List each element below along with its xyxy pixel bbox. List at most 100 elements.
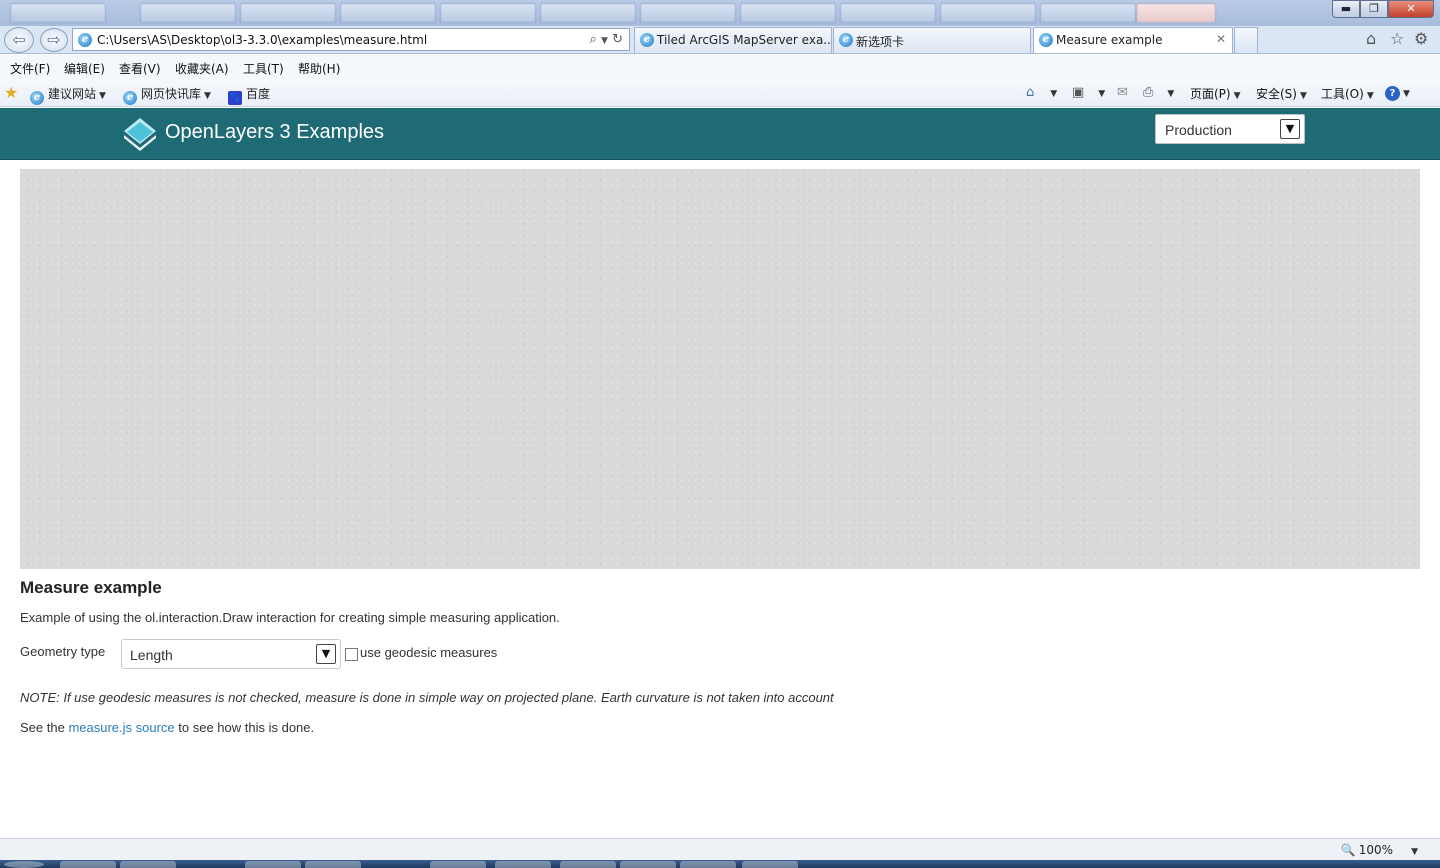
- taskbar-item[interactable]: [430, 861, 486, 868]
- menu-file[interactable]: 文件(F): [10, 60, 50, 77]
- chevron-down-icon[interactable]: ▼: [99, 91, 106, 101]
- taskbar-item[interactable]: [680, 861, 736, 868]
- geometry-type-select[interactable]: Length ▼: [121, 639, 341, 669]
- back-arrow-icon[interactable]: ⇦: [4, 27, 34, 53]
- chevron-down-icon[interactable]: ▼: [316, 644, 336, 664]
- page-menu-label: 页面(P): [1190, 87, 1231, 101]
- help-icon[interactable]: ? ▼: [1385, 85, 1410, 101]
- background-window-tab[interactable]: [10, 3, 106, 23]
- ie-page-icon: e: [640, 33, 654, 47]
- geometry-type-label: Geometry type: [20, 644, 106, 659]
- taskbar-item[interactable]: [495, 861, 551, 868]
- tab-tiled-arcgis[interactable]: e Tiled ArcGIS MapServer exa...: [634, 27, 832, 53]
- home-icon[interactable]: ⌂ ▼: [1026, 85, 1057, 100]
- search-icon[interactable]: ⌕: [590, 32, 597, 47]
- star-icon[interactable]: ☆: [1390, 29, 1404, 48]
- start-button[interactable]: [4, 861, 44, 868]
- window-title-strip: ▬ ❐ ✕: [0, 0, 1440, 26]
- mail-icon[interactable]: ✉: [1117, 85, 1130, 100]
- taskbar-item[interactable]: [742, 861, 798, 868]
- background-window-tab[interactable]: [140, 3, 236, 23]
- page-menu[interactable]: 页面(P) ▼: [1190, 85, 1241, 102]
- tab-new[interactable]: e 新选项卡: [833, 27, 1031, 53]
- gear-icon[interactable]: ⚙: [1414, 29, 1428, 48]
- site-title[interactable]: OpenLayers 3 Examples: [165, 121, 384, 144]
- forward-arrow-icon[interactable]: ⇨: [40, 28, 68, 52]
- printer-icon[interactable]: ⎙ ▼: [1143, 85, 1174, 100]
- rss-icon[interactable]: ▣ ▼: [1072, 85, 1105, 100]
- ie-page-icon: e: [123, 91, 137, 105]
- tab-measure-example[interactable]: e Measure example ✕: [1033, 27, 1233, 53]
- close-icon[interactable]: ✕: [1216, 32, 1226, 46]
- paw-icon: 🐾: [228, 91, 242, 105]
- openlayers-logo-icon[interactable]: [122, 116, 158, 152]
- close-button[interactable]: ✕: [1388, 0, 1434, 18]
- chevron-down-icon[interactable]: ▼: [204, 91, 211, 101]
- menu-tools[interactable]: 工具(T): [243, 60, 284, 77]
- fav-web-slice[interactable]: e 网页快讯库 ▼: [123, 85, 211, 105]
- background-window-tab[interactable]: [1136, 3, 1216, 23]
- tab-label: 新选项卡: [856, 35, 905, 49]
- geodesic-checkbox[interactable]: [345, 648, 358, 661]
- favorites-star-icon[interactable]: ★: [4, 83, 18, 102]
- favorites-bar: ★ e 建议网站 ▼ e 网页快讯库 ▼ 🐾 百度 ⌂ ▼ ▣ ▼ ✉ ⎙ ▼ 页面(P) ▼ 安…: [0, 79, 1440, 107]
- fav-label: 网页快讯库: [141, 87, 202, 101]
- page-icon: e: [78, 33, 92, 47]
- version-selected: Production: [1165, 122, 1232, 138]
- background-window-tab[interactable]: [740, 3, 836, 23]
- refresh-icon[interactable]: ↻: [612, 32, 623, 47]
- example-title: Measure example: [20, 578, 162, 597]
- chevron-down-icon[interactable]: ▼: [601, 36, 608, 46]
- fav-suggested-sites[interactable]: e 建议网站 ▼: [30, 85, 106, 105]
- taskbar-item[interactable]: [620, 861, 676, 868]
- source-suffix: to see how this is done.: [174, 720, 315, 735]
- background-window-tab[interactable]: [640, 3, 736, 23]
- address-actions: ⌕ ▼ ↻: [590, 32, 623, 47]
- address-url[interactable]: C:\Users\AS\Desktop\ol3-3.3.0\examples\m…: [97, 33, 427, 47]
- geodesic-label[interactable]: use geodesic measures: [360, 645, 497, 660]
- status-bar: 🔍 100% ▼: [0, 838, 1440, 860]
- taskbar-item[interactable]: [60, 861, 116, 868]
- fav-baidu[interactable]: 🐾 百度: [228, 85, 270, 105]
- background-window-tab[interactable]: [540, 3, 636, 23]
- menu-help[interactable]: 帮助(H): [298, 60, 340, 77]
- fav-label: 百度: [246, 87, 271, 101]
- windows-taskbar: [0, 860, 1440, 868]
- taskbar-item[interactable]: [560, 861, 616, 868]
- source-prefix: See the: [20, 720, 69, 735]
- menu-bar: 文件(F) 编辑(E) 查看(V) 收藏夹(A) 工具(T) 帮助(H): [0, 55, 1440, 79]
- source-link[interactable]: measure.js source: [68, 720, 174, 735]
- tools-menu-label: 工具(O): [1321, 87, 1364, 101]
- navigation-row: ⇦ ⇨ e C:\Users\AS\Desktop\ol3-3.3.0\exam…: [0, 26, 1440, 54]
- fav-label: 建议网站: [48, 87, 97, 101]
- chevron-down-icon[interactable]: ▼: [1280, 119, 1300, 139]
- zoom-control[interactable]: 🔍 100% ▼: [1341, 843, 1418, 857]
- restore-button[interactable]: ❐: [1360, 0, 1388, 18]
- window-controls: ▬ ❐ ✕: [1332, 0, 1434, 18]
- background-window-tab[interactable]: [940, 3, 1036, 23]
- taskbar-item[interactable]: [305, 861, 361, 868]
- safety-menu[interactable]: 安全(S) ▼: [1256, 85, 1307, 102]
- map-canvas[interactable]: [20, 169, 1420, 569]
- taskbar-item[interactable]: [120, 861, 176, 868]
- background-window-tab[interactable]: [440, 3, 536, 23]
- zoom-level: 100%: [1358, 843, 1394, 857]
- geometry-selected: Length: [130, 647, 173, 663]
- background-window-tab[interactable]: [340, 3, 436, 23]
- taskbar-item[interactable]: [245, 861, 301, 868]
- address-bar[interactable]: e C:\Users\AS\Desktop\ol3-3.3.0\examples…: [72, 28, 630, 51]
- tab-label: Tiled ArcGIS MapServer exa...: [657, 33, 832, 47]
- background-window-tab[interactable]: [240, 3, 336, 23]
- tools-menu[interactable]: 工具(O) ▼: [1321, 85, 1374, 102]
- version-select[interactable]: Production ▼: [1155, 114, 1305, 144]
- home-icon[interactable]: ⌂: [1366, 29, 1376, 48]
- ie-page-icon: e: [839, 33, 853, 47]
- menu-favorites[interactable]: 收藏夹(A): [175, 60, 229, 77]
- background-window-tab[interactable]: [1040, 3, 1136, 23]
- new-tab-button[interactable]: [1234, 27, 1258, 53]
- menu-view[interactable]: 查看(V): [119, 60, 161, 77]
- zoom-icon: 🔍: [1340, 843, 1356, 857]
- background-window-tab[interactable]: [840, 3, 936, 23]
- minimize-button[interactable]: ▬: [1332, 0, 1360, 18]
- menu-edit[interactable]: 编辑(E): [64, 60, 105, 77]
